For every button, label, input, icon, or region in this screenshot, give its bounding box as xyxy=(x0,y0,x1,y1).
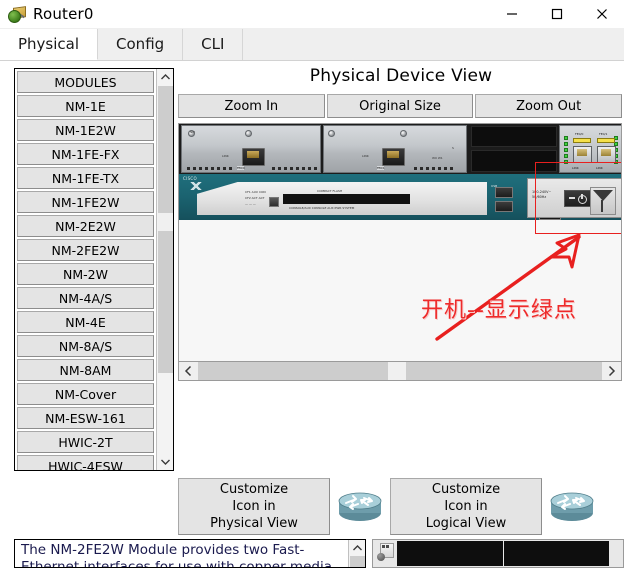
hscroll-track[interactable] xyxy=(198,362,602,380)
module-item-nm-1e[interactable]: NM-1E xyxy=(17,95,154,117)
module-description-box: The NM-2FE2W Module provides two Fast-Et… xyxy=(14,539,366,568)
minimize-icon[interactable] xyxy=(489,0,534,28)
device-thumbnail-panel xyxy=(372,539,624,568)
device-preview-icon xyxy=(375,541,397,567)
psu-rating-label: 100-240V~ 50/60Hz xyxy=(532,190,552,199)
module-bay-1[interactable]: FE0/0 LINK NM xyxy=(181,125,321,173)
scrollbar-thumb[interactable] xyxy=(158,213,173,231)
logical-view-line3: Logical View xyxy=(425,516,507,531)
onboard-port-module[interactable]: FE0/0 FE0/1 LINK LINK xyxy=(559,125,621,173)
tab-config[interactable]: Config xyxy=(98,29,184,60)
module-item-nm-1fe-fx[interactable]: NM-1FE-FX xyxy=(17,143,154,165)
module-item-header: MODULES xyxy=(17,71,154,93)
port-label-tag-b xyxy=(597,138,615,143)
window-title-bar: Router0 xyxy=(0,0,624,28)
router-chassis: CISCO CF1 AUX CON CF2 ACT ACT — — — COMP… xyxy=(179,174,621,220)
physical-device-panel: Physical Device View Zoom In Original Si… xyxy=(178,61,624,476)
tab-filler xyxy=(243,29,624,60)
zoom-toolbar: Zoom In Original Size Zoom Out xyxy=(178,94,624,118)
module-description-text: The NM-2FE2W Module provides two Fast-Et… xyxy=(21,542,337,568)
window-title: Router0 xyxy=(33,5,94,23)
modules-scrollbar[interactable] xyxy=(156,69,173,470)
module-item-nm-2w[interactable]: NM-2W xyxy=(17,263,154,285)
close-icon[interactable] xyxy=(579,0,624,28)
zoom-out-button[interactable]: Zoom Out xyxy=(475,94,623,118)
module-item-nm-4e[interactable]: NM-4E xyxy=(17,311,154,333)
ac-power-inlet[interactable] xyxy=(590,187,616,215)
module-item-nm-1e2w[interactable]: NM-1E2W xyxy=(17,119,154,141)
cisco-logo-bars xyxy=(183,182,209,190)
module-item-nm-1fe-tx[interactable]: NM-1FE-TX xyxy=(17,167,154,189)
module-item-nm-1fe2w[interactable]: NM-1FE2W xyxy=(17,191,154,213)
usb-port-bottom[interactable] xyxy=(495,201,513,212)
logical-view-line1: Customize xyxy=(431,482,501,497)
maximize-icon[interactable] xyxy=(534,0,579,28)
module-item-nm-cover[interactable]: NM-Cover xyxy=(17,383,154,405)
scrollbar-track[interactable] xyxy=(157,86,173,453)
module-item-nm-2fe2w[interactable]: NM-2FE2W xyxy=(17,239,154,261)
tab-bar: Physical Config CLI xyxy=(0,28,624,61)
scroll-right-icon[interactable] xyxy=(602,362,621,380)
thumbnail-slot-1[interactable] xyxy=(397,541,503,566)
device-viewport[interactable]: FE0/0 LINK NM FE0/1 LINK W0 W1 S FE0/0 F… xyxy=(178,123,622,381)
window-controls xyxy=(489,0,624,28)
zoom-in-button[interactable]: Zoom In xyxy=(178,94,325,118)
module-bay-2[interactable]: FE0/1 LINK W0 W1 S xyxy=(323,125,467,173)
power-supply-panel: 100-240V~ 50/60Hz xyxy=(527,178,621,218)
tab-physical[interactable]: Physical xyxy=(0,29,99,60)
router-faceplate: CF1 AUX CON CF2 ACT ACT — — — COMPACT FL… xyxy=(197,182,487,215)
onboard-port-fe00[interactable] xyxy=(573,146,592,163)
customize-icon-row: Customize Icon in Physical View Customiz… xyxy=(178,478,624,536)
reset-button[interactable] xyxy=(269,197,279,207)
modules-list: MODULES NM-1E NM-1E2W NM-1FE-FX NM-1FE-T… xyxy=(15,69,156,470)
original-size-button[interactable]: Original Size xyxy=(326,94,474,118)
compact-flash-slot[interactable] xyxy=(283,194,410,204)
module-item-nm-8am[interactable]: NM-8AM xyxy=(17,359,154,381)
module-item-nm-8as[interactable]: NM-8A/S xyxy=(17,335,154,357)
description-scrollbar-thumb[interactable] xyxy=(350,556,365,567)
module-item-nm-esw-161[interactable]: NM-ESW-161 xyxy=(17,407,154,429)
module-item-nm-2e2w[interactable]: NM-2E2W xyxy=(17,215,154,237)
tab-cli[interactable]: CLI xyxy=(183,29,244,60)
modules-panel: MODULES NM-1E NM-1E2W NM-1FE-FX NM-1FE-T… xyxy=(14,68,174,471)
scroll-up-icon[interactable] xyxy=(157,69,173,86)
empty-bay-top-left[interactable] xyxy=(471,126,557,147)
scroll-left-icon[interactable] xyxy=(179,362,198,380)
physical-view-line1: Customize xyxy=(219,482,289,497)
device-horizontal-scrollbar[interactable] xyxy=(179,361,621,380)
page-title: Physical Device View xyxy=(309,66,493,86)
hscroll-thumb[interactable] xyxy=(387,362,406,380)
module-item-hwic-4esw[interactable]: HWIC-4ESW xyxy=(17,455,154,470)
module-item-hwic-2t[interactable]: HWIC-2T xyxy=(17,431,154,453)
annotation-text: 开机--显示绿点 xyxy=(421,298,577,323)
usb-port-top[interactable] xyxy=(495,187,513,198)
module-item-nm-4as[interactable]: NM-4A/S xyxy=(17,287,154,309)
cisco-brand-label: CISCO xyxy=(183,176,197,181)
main-body: MODULES NM-1E NM-1E2W NM-1FE-FX NM-1FE-T… xyxy=(0,61,624,568)
red-pointer-arrow xyxy=(435,233,581,341)
description-scroll-up-icon[interactable] xyxy=(349,540,365,556)
physical-view-line3: Physical View xyxy=(210,516,298,531)
port-label-tag-a xyxy=(573,138,591,143)
packet-tracer-icon xyxy=(8,5,26,23)
router-module-shelf: FE0/0 LINK NM FE0/1 LINK W0 W1 S FE0/0 F… xyxy=(179,124,621,174)
thumbnail-slot-2[interactable] xyxy=(503,541,609,566)
status-led-column-left xyxy=(564,136,568,164)
description-scrollbar[interactable] xyxy=(348,540,365,567)
empty-bay-bottom-left[interactable] xyxy=(471,150,557,172)
scroll-down-icon[interactable] xyxy=(157,453,173,470)
onboard-port-fe01[interactable] xyxy=(597,146,616,163)
